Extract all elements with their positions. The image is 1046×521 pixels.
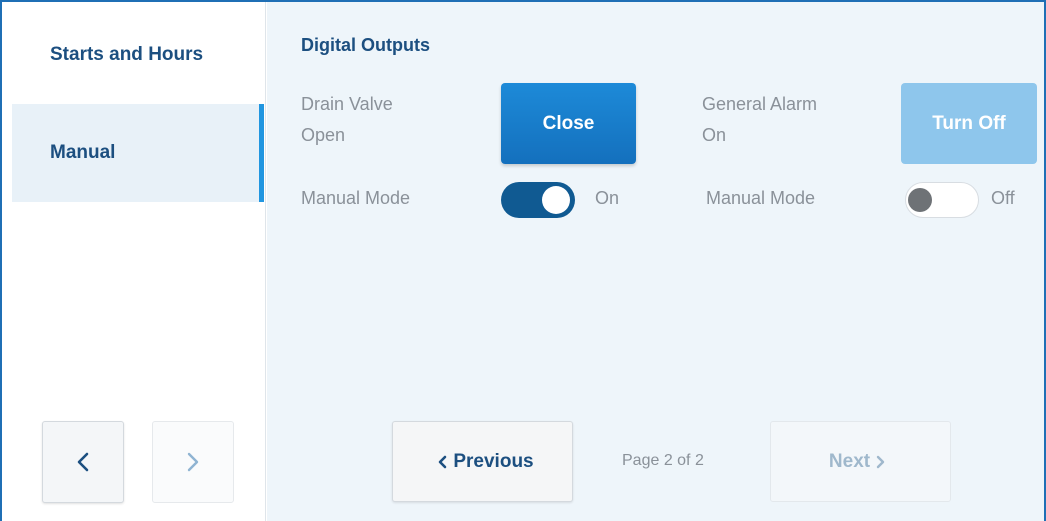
sidebar-next-button[interactable] [152,421,234,503]
output-name-general-alarm: General Alarm On [702,89,817,151]
toggle-state-label: On [595,188,620,208]
manual-mode-toggle-general-alarm[interactable] [905,182,979,218]
close-button[interactable]: Close [501,83,636,164]
active-indicator [259,104,264,202]
toggle-state-label: Off [991,188,1015,208]
sidebar-item-label: Starts and Hours [50,44,204,65]
chevron-left-icon [77,452,89,472]
output-state-line: On [702,125,727,145]
manual-mode-label: Manual Mode [301,188,411,208]
chevron-right-icon [876,455,885,468]
next-label: Next [828,450,871,472]
turn-off-button[interactable]: Turn Off [901,83,1037,164]
output-name-line: General Alarm [702,94,818,114]
main-panel: Digital Outputs Drain Valve Open Close M… [267,2,1044,521]
sidebar: Starts and Hours Manual [2,2,266,521]
output-name-drain-valve: Drain Valve Open [301,89,393,151]
toggle-knob [908,188,932,212]
manual-mode-toggle-drain-valve[interactable] [501,182,575,218]
output-state-line: Open [301,125,346,145]
sidebar-item-starts-and-hours[interactable]: Starts and Hours [12,6,262,104]
output-name-line: Drain Valve [301,94,393,114]
previous-page-button[interactable]: Previous [392,421,573,502]
chevron-left-icon [439,455,447,468]
sidebar-item-label: Manual [50,142,116,163]
manual-mode-label: Manual Mode [706,188,816,208]
toggle-knob [542,186,570,214]
page-indicator: Page 2 of 2 [622,452,704,469]
sidebar-prev-button[interactable] [42,421,124,503]
chevron-right-icon [187,452,199,472]
sidebar-item-manual[interactable]: Manual [12,104,262,202]
section-title: Digital Outputs [301,35,430,55]
previous-label: Previous [453,450,534,472]
next-page-button[interactable]: Next [770,421,951,502]
app-window: Starts and Hours Manual Digital Outputs … [0,0,1046,521]
